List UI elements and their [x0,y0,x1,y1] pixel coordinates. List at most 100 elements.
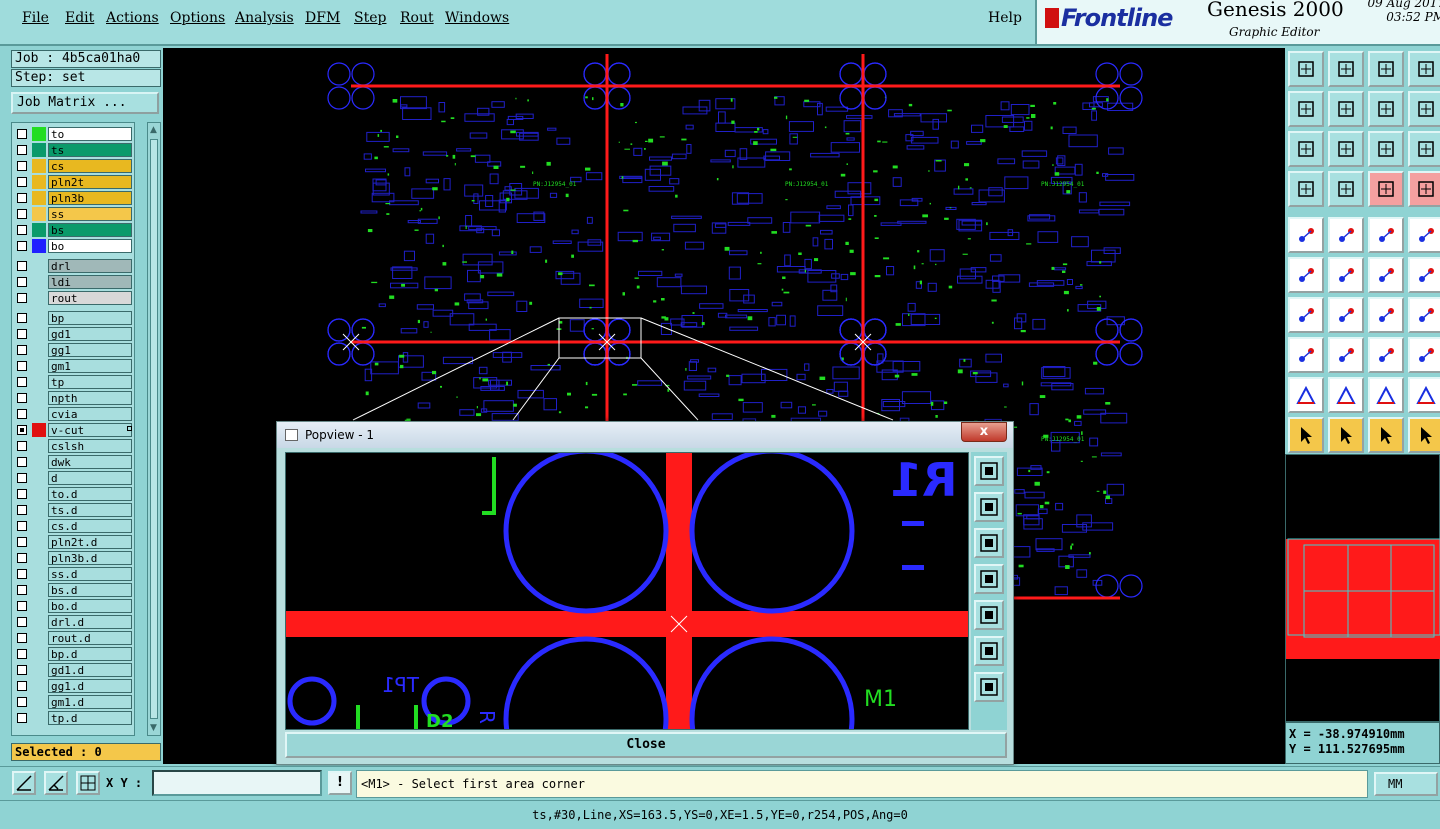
center-button[interactable] [1328,131,1364,167]
xy-input[interactable] [152,770,322,796]
layer-name[interactable]: ts [48,143,132,157]
layer-checkbox[interactable] [17,277,27,287]
info-button[interactable]: ! [328,771,352,795]
layer-color-swatch[interactable] [32,679,46,693]
layer-color-swatch[interactable] [32,191,46,205]
snap-area-button[interactable] [1328,217,1364,253]
layer-name[interactable]: cs.d [48,519,132,533]
layer-color-swatch[interactable] [32,391,46,405]
layer-row-cs[interactable]: cs [12,158,134,174]
layer-checkbox[interactable] [17,241,27,251]
layer-checkbox[interactable] [17,177,27,187]
layer-checkbox[interactable] [17,713,27,723]
home-button[interactable] [1368,51,1404,87]
net-select-button[interactable] [1408,171,1440,207]
layer-name[interactable]: bp.d [48,647,132,661]
layer-row-npth[interactable]: npth [12,390,134,406]
layer-name[interactable]: cvia [48,407,132,421]
layer-color-swatch[interactable] [32,291,46,305]
pad-add-button[interactable] [1368,257,1404,293]
layer-color-swatch[interactable] [32,631,46,645]
layer-row-pln3b.d[interactable]: pln3b.d [12,550,134,566]
polyline-button[interactable] [1408,377,1440,413]
layer-name[interactable]: d [48,471,132,485]
layer-color-swatch[interactable] [32,159,46,173]
layer-checkbox[interactable] [17,681,27,691]
layer-row-to.d[interactable]: to.d [12,486,134,502]
snap-center-button[interactable] [76,771,100,795]
center-view-button[interactable] [974,672,1004,702]
scroll-down-icon[interactable]: ▼ [150,723,157,733]
layer-checkbox[interactable] [17,145,27,155]
move-right-button[interactable] [1328,91,1364,127]
layer-color-swatch[interactable] [32,143,46,157]
pointer-net-button[interactable] [1408,417,1440,453]
layer-row-bs[interactable]: bs [12,222,134,238]
layer-row-ts[interactable]: ts [12,142,134,158]
menu-help[interactable]: Help [988,10,1022,26]
units-selector[interactable]: MM [1374,772,1438,796]
layer-color-swatch[interactable] [32,711,46,725]
layer-checkbox[interactable] [17,489,27,499]
layer-row-gm1[interactable]: gm1 [12,358,134,374]
layer-row-drl[interactable]: drl [12,258,134,274]
menu-file[interactable]: File [22,10,49,26]
move-down-button[interactable] [1328,51,1364,87]
layer-row-gg1[interactable]: gg1 [12,342,134,358]
pan-right-button[interactable] [974,600,1004,630]
layer-checkbox[interactable] [17,409,27,419]
layer-checkbox[interactable] [17,377,27,387]
layer-row-rout.d[interactable]: rout.d [12,630,134,646]
layer-checkbox[interactable] [17,553,27,563]
layer-checkbox[interactable] [17,601,27,611]
menu-step[interactable]: Step [354,10,386,26]
layer-checkbox[interactable] [17,225,27,235]
layer-color-swatch[interactable] [32,375,46,389]
layer-color-swatch[interactable] [32,599,46,613]
layer-name[interactable]: gg1 [48,343,132,357]
line-button[interactable] [1288,297,1324,333]
connect-button[interactable] [1288,257,1324,293]
layer-name[interactable]: pln2t.d [48,535,132,549]
layer-row-bs.d[interactable]: bs.d [12,582,134,598]
layer-row-pln2t[interactable]: pln2t [12,174,134,190]
outline-button[interactable] [1368,377,1404,413]
scroll-thumb[interactable] [150,139,158,719]
close-icon[interactable]: x [961,422,1007,442]
layer-checkbox[interactable] [17,633,27,643]
layer-color-swatch[interactable] [32,239,46,253]
layer-name[interactable]: bs [48,223,132,237]
layer-row-gd1.d[interactable]: gd1.d [12,662,134,678]
pan-up-button[interactable] [974,492,1004,522]
layer-checkbox[interactable] [17,261,27,271]
layer-color-swatch[interactable] [32,127,46,141]
layer-name[interactable]: ss.d [48,567,132,581]
layer-checkbox[interactable] [17,505,27,515]
layer-color-swatch[interactable] [32,663,46,677]
layer-row-gd1[interactable]: gd1 [12,326,134,342]
layer-name[interactable]: to [48,127,132,141]
pad-drag-button[interactable] [1288,337,1324,373]
layer-checkbox[interactable] [17,617,27,627]
layer-name[interactable]: gg1.d [48,679,132,693]
layer-row-tp[interactable]: tp [12,374,134,390]
ruler-button[interactable] [1368,217,1404,253]
layer-color-swatch[interactable] [32,439,46,453]
pad-move-button[interactable] [1408,257,1440,293]
layer-color-swatch[interactable] [32,327,46,341]
layer-name[interactable]: pln2t [48,175,132,189]
overview-map[interactable] [1285,454,1440,722]
popview-zoom-view[interactable]: R1 M1 TP1 D2 R [285,452,969,730]
layer-color-swatch[interactable] [32,207,46,221]
layer-row-bo[interactable]: bo [12,238,134,254]
layer-color-swatch[interactable] [32,423,46,437]
layer-name[interactable]: ss [48,207,132,221]
zoom-window-button[interactable] [974,456,1004,486]
layer-checkbox[interactable] [17,665,27,675]
layer-name[interactable]: pln3b [48,191,132,205]
layer-row-bp[interactable]: bp [12,310,134,326]
layer-name[interactable]: gm1.d [48,695,132,709]
layer-name[interactable]: bp [48,311,132,325]
menu-edit[interactable]: Edit [65,10,94,26]
layer-checkbox[interactable] [17,569,27,579]
